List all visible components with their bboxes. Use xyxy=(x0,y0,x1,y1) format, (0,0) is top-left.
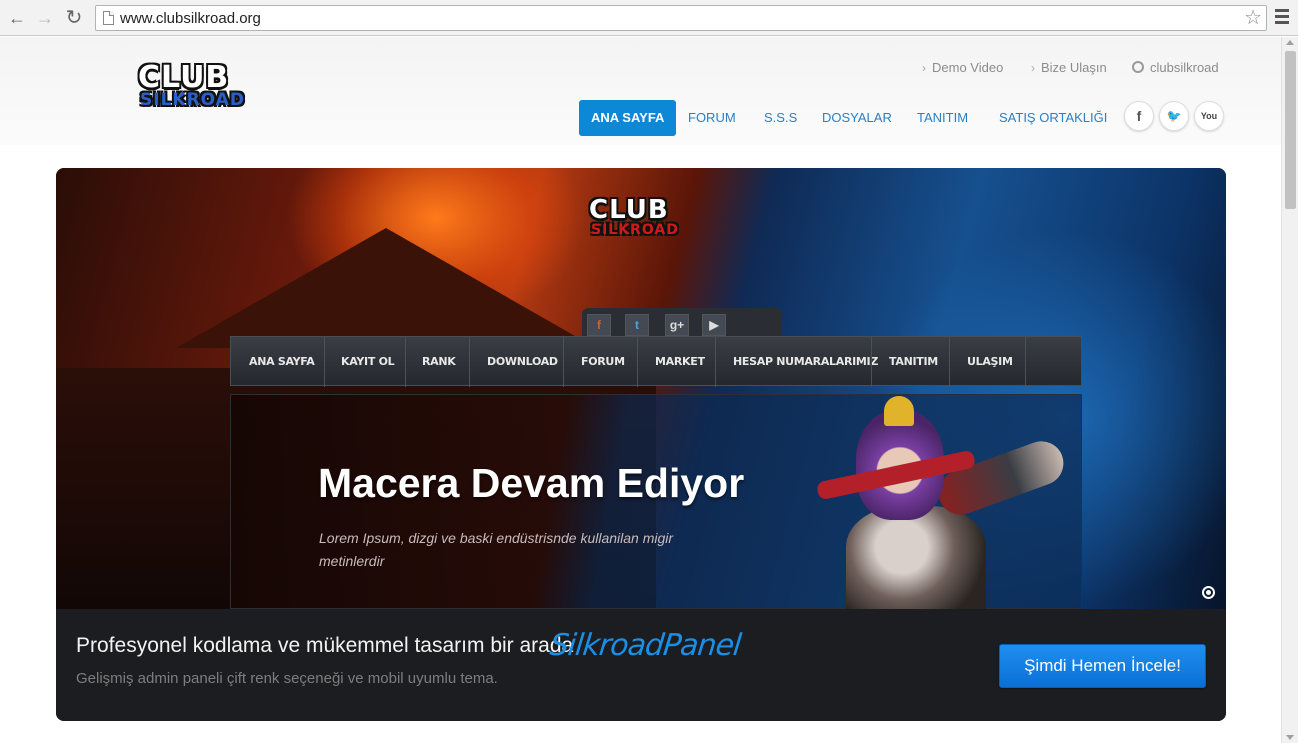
mock-nav-item: KAYIT OL xyxy=(341,355,395,368)
youtube-icon[interactable]: You xyxy=(1194,101,1224,131)
mock-nav-item: HESAP NUMARALARIMIZ xyxy=(733,355,879,368)
hero-logo: CLUB SILKROAD xyxy=(589,197,709,243)
slider-dot-active[interactable] xyxy=(1202,586,1215,599)
top-link-contact[interactable]: › Bize Ulaşın xyxy=(1031,60,1107,75)
scroll-thumb[interactable] xyxy=(1285,51,1296,209)
chevron-right-icon: › xyxy=(922,61,926,75)
page-content: CLUB SILKROAD › Demo Video › Bize Ulaşın c… xyxy=(0,37,1281,743)
vertical-scrollbar[interactable] xyxy=(1281,37,1298,743)
mock-nav-separator xyxy=(324,337,325,387)
character-hat xyxy=(884,396,914,426)
twitter-icon[interactable]: 🐦 xyxy=(1159,101,1189,131)
mock-nav-separator xyxy=(871,337,872,387)
skype-icon xyxy=(1132,61,1144,73)
google-plus-icon: g+ xyxy=(665,314,689,336)
character-illustration xyxy=(796,396,1086,609)
nav-item-tanitim[interactable]: TANITIM xyxy=(917,100,968,136)
promo-subtext: Gelişmiş admin paneli çift renk seçeneği… xyxy=(76,670,498,687)
site-logo[interactable]: CLUB SILKROAD xyxy=(138,63,274,113)
nav-item-forum[interactable]: FORUM xyxy=(688,100,736,136)
mock-nav-separator xyxy=(1025,337,1026,387)
mock-nav-item: MARKET xyxy=(655,355,705,368)
top-link-label: Demo Video xyxy=(932,60,1004,75)
page-icon xyxy=(103,11,114,25)
volcano-shape xyxy=(176,228,596,348)
browser-toolbar: ← → ↻ www.clubsilkroad.org ☆ xyxy=(0,0,1298,36)
site-header: CLUB SILKROAD › Demo Video › Bize Ulaşın c… xyxy=(0,37,1281,145)
hero-description: Lorem Ipsum, dizgi ve baski endüstrisnde… xyxy=(319,530,674,569)
mock-nav-separator xyxy=(715,337,716,387)
character-arm xyxy=(932,435,1070,521)
promo-brand: SilkroadPanel xyxy=(548,628,743,663)
top-link-skype[interactable]: clubsilkroad xyxy=(1132,60,1219,75)
logo-text-club: CLUB xyxy=(138,60,230,95)
promo-text: Profesyonel kodlama ve mükemmel tasarım … xyxy=(76,634,574,657)
reload-icon[interactable]: ↻ xyxy=(63,7,85,29)
mock-nav-separator xyxy=(949,337,950,387)
facebook-icon[interactable]: f xyxy=(1124,101,1154,131)
mock-nav-separator xyxy=(637,337,638,387)
top-link-demo-video[interactable]: › Demo Video xyxy=(922,60,1003,75)
mock-nav-item: ULAŞIM xyxy=(967,355,1013,368)
promo-bar: Profesyonel kodlama ve mükemmel tasarım … xyxy=(56,609,1226,721)
mock-nav-bar: ANA SAYFA KAYIT OL RANK DOWNLOAD FORUM M… xyxy=(230,336,1082,387)
logo-text-silkroad: SILKROAD xyxy=(140,90,245,110)
mock-nav-item: FORUM xyxy=(581,355,625,368)
hero-logo-club: CLUB xyxy=(589,195,669,225)
facebook-icon: f xyxy=(587,314,611,336)
scroll-up-arrow-icon[interactable] xyxy=(1286,40,1294,45)
character-body xyxy=(846,506,986,609)
back-arrow-icon[interactable]: ← xyxy=(6,7,28,29)
mock-nav-separator xyxy=(405,337,406,387)
url-text[interactable]: www.clubsilkroad.org xyxy=(120,10,261,27)
mock-nav-item: RANK xyxy=(422,355,456,368)
hero-slider: CLUB SILKROAD f t g+ ▶ ANA SAYFA KAYIT O… xyxy=(56,168,1226,721)
top-link-label: Bize Ulaşın xyxy=(1041,60,1107,75)
mock-nav-item: TANITIM xyxy=(889,355,938,368)
forward-arrow-icon[interactable]: → xyxy=(34,7,56,29)
nav-item-ana-sayfa[interactable]: ANA SAYFA xyxy=(579,100,677,136)
scroll-down-arrow-icon[interactable] xyxy=(1286,735,1294,740)
mock-nav-item: ANA SAYFA xyxy=(249,355,315,368)
hero-logo-silkroad: SILKROAD xyxy=(591,222,679,238)
top-link-label: clubsilkroad xyxy=(1150,60,1219,75)
twitter-icon: t xyxy=(625,314,649,336)
cta-button[interactable]: Şimdi Hemen İncele! xyxy=(999,644,1206,688)
nav-item-satis-ortakligi[interactable]: SATIŞ ORTAKLIĞI xyxy=(999,100,1107,136)
bookmark-star-icon[interactable]: ☆ xyxy=(1244,6,1262,30)
browser-menu-icon[interactable] xyxy=(1275,9,1289,25)
youtube-icon: ▶ xyxy=(702,314,726,336)
mock-nav-separator xyxy=(563,337,564,387)
mock-nav-separator xyxy=(469,337,470,387)
mock-social-tabs: f t g+ ▶ xyxy=(582,308,782,338)
hero-title: Macera Devam Ediyor xyxy=(318,460,745,506)
address-bar[interactable]: www.clubsilkroad.org ☆ xyxy=(95,5,1267,31)
mock-nav-item: DOWNLOAD xyxy=(487,355,558,368)
nav-item-dosyalar[interactable]: DOSYALAR xyxy=(822,100,892,136)
chevron-right-icon: › xyxy=(1031,61,1035,75)
hero-banner-image: CLUB SILKROAD f t g+ ▶ ANA SAYFA KAYIT O… xyxy=(56,168,1226,609)
nav-item-sss[interactable]: S.S.S xyxy=(764,100,797,136)
